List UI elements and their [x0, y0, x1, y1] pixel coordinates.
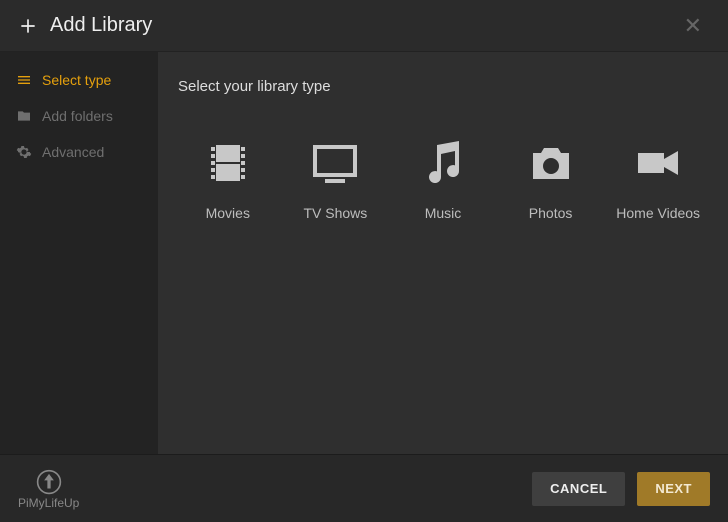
type-label: TV Shows [288, 205, 382, 221]
next-button[interactable]: NEXT [637, 472, 710, 506]
add-library-modal: Add Library ✕ Select type Add folders [0, 0, 728, 522]
library-types: Movies TV Shows Music [174, 135, 712, 221]
type-photos[interactable]: Photos [504, 135, 598, 221]
type-label: Movies [181, 205, 275, 221]
modal-title: Add Library [50, 14, 152, 37]
type-tv-shows[interactable]: TV Shows [288, 135, 382, 221]
tv-icon [288, 135, 382, 191]
sidebar-item-label: Add folders [42, 108, 113, 124]
sidebar-item-add-folders[interactable]: Add folders [0, 98, 158, 134]
type-label: Home Videos [611, 205, 705, 221]
sidebar-item-label: Select type [42, 72, 111, 88]
video-camera-icon [611, 135, 705, 191]
sidebar-item-advanced[interactable]: Advanced [0, 134, 158, 170]
type-music[interactable]: Music [396, 135, 490, 221]
watermark: PiMyLifeUp [18, 469, 79, 509]
gear-icon [16, 144, 32, 160]
type-label: Music [396, 205, 490, 221]
folder-icon [16, 108, 32, 124]
music-icon [396, 135, 490, 191]
type-home-videos[interactable]: Home Videos [611, 135, 705, 221]
modal-body: Select type Add folders Advanced Select … [0, 52, 728, 454]
type-label: Photos [504, 205, 598, 221]
modal-footer: PiMyLifeUp CANCEL NEXT [0, 454, 728, 522]
watermark-text: PiMyLifeUp [18, 497, 79, 509]
close-icon[interactable]: ✕ [676, 9, 710, 43]
cancel-button[interactable]: CANCEL [532, 472, 625, 506]
watermark-logo-icon [36, 469, 62, 495]
sidebar-item-select-type[interactable]: Select type [0, 62, 158, 98]
film-icon [181, 135, 275, 191]
sidebar-item-label: Advanced [42, 144, 104, 160]
footer-buttons: CANCEL NEXT [532, 472, 710, 506]
prompt-text: Select your library type [178, 78, 712, 95]
main-panel: Select your library type Movies TV Shows [158, 52, 728, 454]
sidebar: Select type Add folders Advanced [0, 52, 158, 454]
modal-header: Add Library ✕ [0, 0, 728, 52]
plus-icon [18, 16, 38, 36]
list-icon [16, 72, 32, 88]
type-movies[interactable]: Movies [181, 135, 275, 221]
camera-icon [504, 135, 598, 191]
